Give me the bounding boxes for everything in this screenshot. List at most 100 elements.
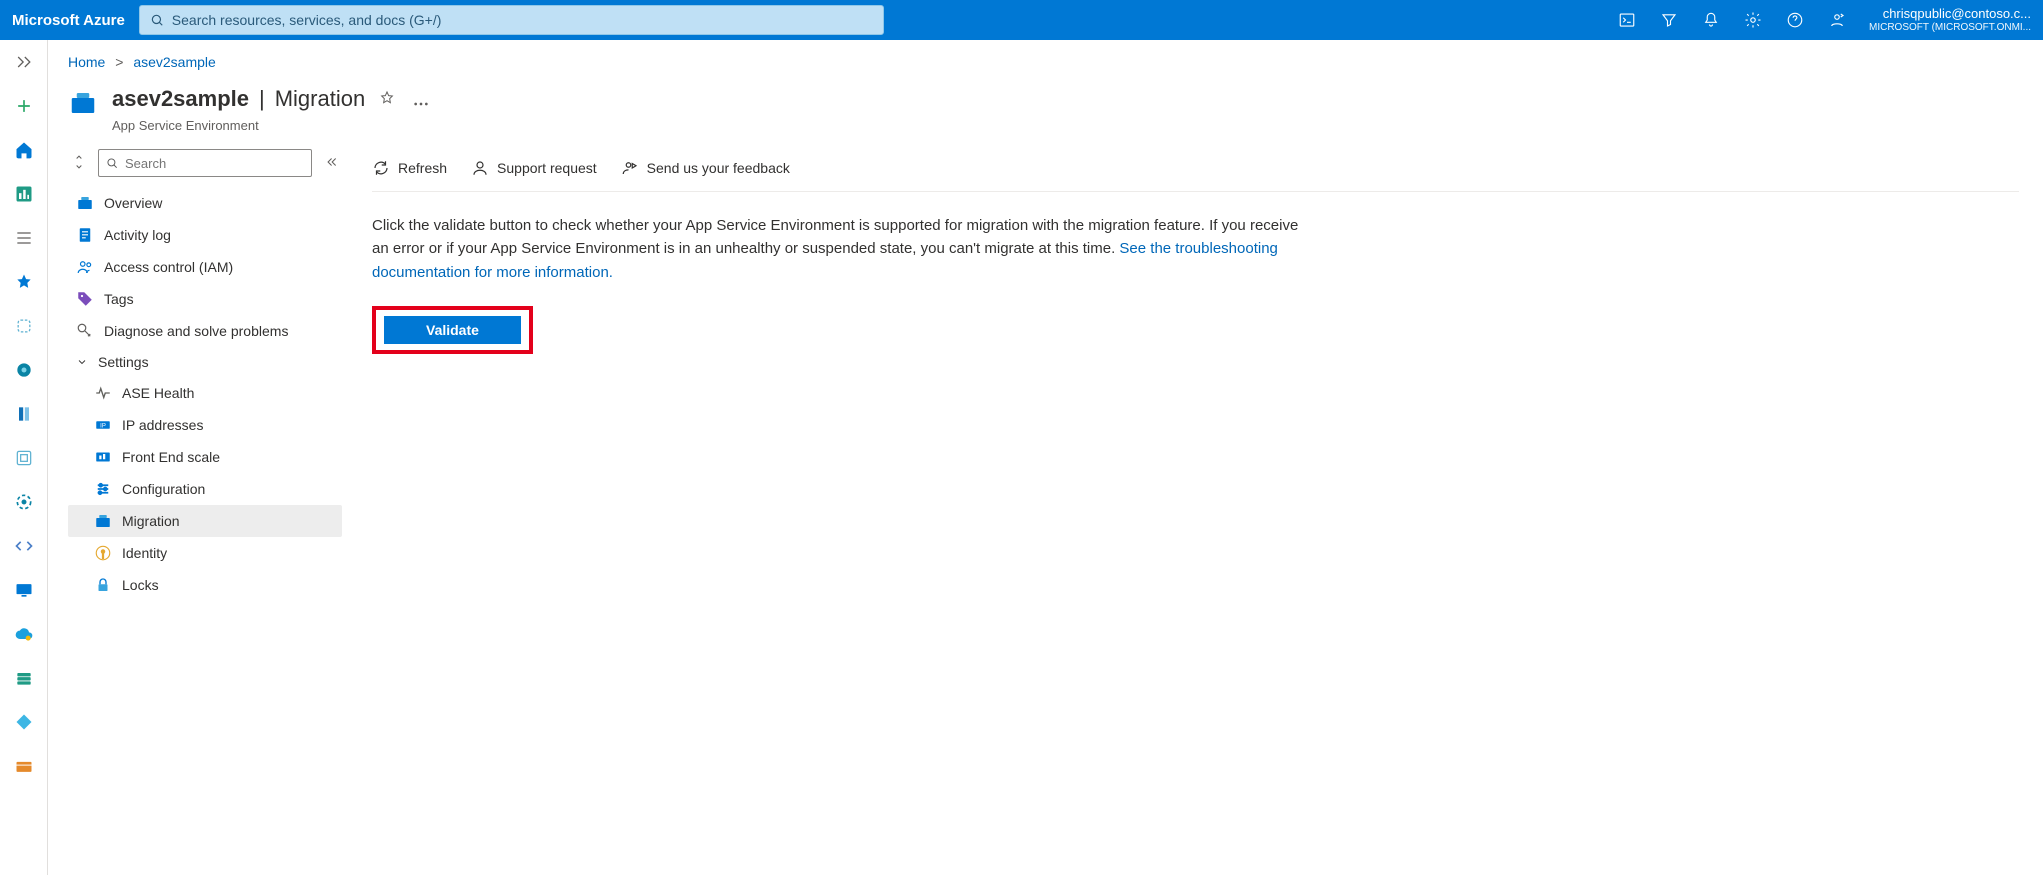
favorite-star-icon[interactable] [375,84,399,114]
cmd-label: Send us your feedback [647,160,790,176]
page-subtitle: App Service Environment [112,118,433,133]
expand-rail-icon[interactable] [8,46,40,78]
global-search-input[interactable] [172,12,873,28]
account-email: chrisqpublic@contoso.c... [1869,7,2031,21]
cmd-label: Refresh [398,160,447,176]
content-pane: Refresh Support request Send us your fee… [348,149,2043,875]
notifications-icon[interactable] [1691,0,1731,40]
validate-button[interactable]: Validate [384,316,521,344]
rail-service-1-icon[interactable] [8,310,40,342]
nav-sort-icon[interactable] [68,151,90,176]
brand-label: Microsoft Azure [12,12,125,29]
nav-collapse-icon[interactable] [320,151,342,176]
top-bar: Microsoft Azure chrisqpublic@contoso.c..… [0,0,2043,40]
account-area[interactable]: chrisqpublic@contoso.c... MICROSOFT (MIC… [1857,7,2043,32]
rail-database-icon[interactable] [8,662,40,694]
all-services-icon[interactable] [8,222,40,254]
home-icon[interactable] [8,134,40,166]
nav-label: Overview [104,195,162,211]
support-request-button[interactable]: Support request [471,159,597,177]
nav-section-label: Settings [98,354,149,370]
nav-item-identity[interactable]: Identity [68,537,342,569]
help-icon[interactable] [1775,0,1815,40]
nav-item-access-control[interactable]: Access control (IAM) [68,251,342,283]
nav-search-input[interactable] [125,156,305,171]
page-title-section: Migration [275,86,365,112]
rail-card-icon[interactable] [8,750,40,782]
overview-icon [76,194,94,212]
nav-item-ase-health[interactable]: ASE Health [68,377,342,409]
nav-item-overview[interactable]: Overview [68,187,342,219]
rail-diamond-icon[interactable] [8,706,40,738]
dashboard-icon[interactable] [8,178,40,210]
nav-item-front-end-scale[interactable]: Front End scale [68,441,342,473]
nav-label: Activity log [104,227,171,243]
tags-icon [76,290,94,308]
feedback-person-icon[interactable] [1817,0,1857,40]
breadcrumb: Home > asev2sample [48,40,2043,78]
nav-label: Access control (IAM) [104,259,233,275]
nav-item-configuration[interactable]: Configuration [68,473,342,505]
cmd-label: Support request [497,160,597,176]
page-title-resource: asev2sample [112,86,249,112]
rail-cloud-icon[interactable] [8,618,40,650]
nav-label: Locks [122,577,159,593]
breadcrumb-home[interactable]: Home [68,54,105,70]
nav-label: Identity [122,545,167,561]
topbar-actions [1607,0,1857,40]
refresh-icon [372,159,390,177]
command-bar: Refresh Support request Send us your fee… [372,149,2019,192]
nav-item-migration[interactable]: Migration [68,505,342,537]
svg-text:IP: IP [100,423,106,429]
favorites-star-icon[interactable] [8,266,40,298]
refresh-button[interactable]: Refresh [372,159,447,177]
resource-nav: Overview Activity log Access control (IA… [48,149,348,875]
chevron-down-icon [76,356,88,368]
migration-description: Click the validate button to check wheth… [372,214,1302,284]
nav-search[interactable] [98,149,312,177]
rail-service-4-icon[interactable] [8,442,40,474]
resource-type-icon [68,88,98,118]
support-icon [471,159,489,177]
scale-icon [94,448,112,466]
create-resource-icon[interactable] [8,90,40,122]
settings-icon[interactable] [1733,0,1773,40]
rail-service-2-icon[interactable] [8,354,40,386]
feedback-button[interactable]: Send us your feedback [621,159,790,177]
migration-icon [94,512,112,530]
search-icon [150,13,164,27]
more-actions-icon[interactable] [409,84,433,114]
cloud-shell-icon[interactable] [1607,0,1647,40]
nav-label: IP addresses [122,417,203,433]
feedback-icon [621,159,639,177]
nav-label: Front End scale [122,449,220,465]
lock-icon [94,576,112,594]
diagnose-icon [76,322,94,340]
nav-label: Diagnose and solve problems [104,323,288,339]
nav-item-tags[interactable]: Tags [68,283,342,315]
access-control-icon [76,258,94,276]
nav-label: ASE Health [122,385,194,401]
rail-code-icon[interactable] [8,530,40,562]
filter-icon[interactable] [1649,0,1689,40]
activity-log-icon [76,226,94,244]
rail-service-3-icon[interactable] [8,398,40,430]
left-icon-rail [0,40,48,875]
nav-item-diagnose[interactable]: Diagnose and solve problems [68,315,342,347]
ip-icon: IP [94,416,112,434]
nav-item-ip-addresses[interactable]: IP IP addresses [68,409,342,441]
account-tenant: MICROSOFT (MICROSOFT.ONMI... [1869,22,2031,33]
validate-highlight-box: Validate [372,306,533,354]
configuration-icon [94,480,112,498]
nav-section-settings[interactable]: Settings [68,347,342,377]
breadcrumb-resource[interactable]: asev2sample [133,54,216,70]
global-search[interactable] [139,5,884,35]
health-icon [94,384,112,402]
rail-monitor-icon[interactable] [8,574,40,606]
nav-item-locks[interactable]: Locks [68,569,342,601]
rail-service-5-icon[interactable] [8,486,40,518]
nav-label: Tags [104,291,134,307]
nav-label: Configuration [122,481,205,497]
nav-item-activity-log[interactable]: Activity log [68,219,342,251]
identity-icon [94,544,112,562]
